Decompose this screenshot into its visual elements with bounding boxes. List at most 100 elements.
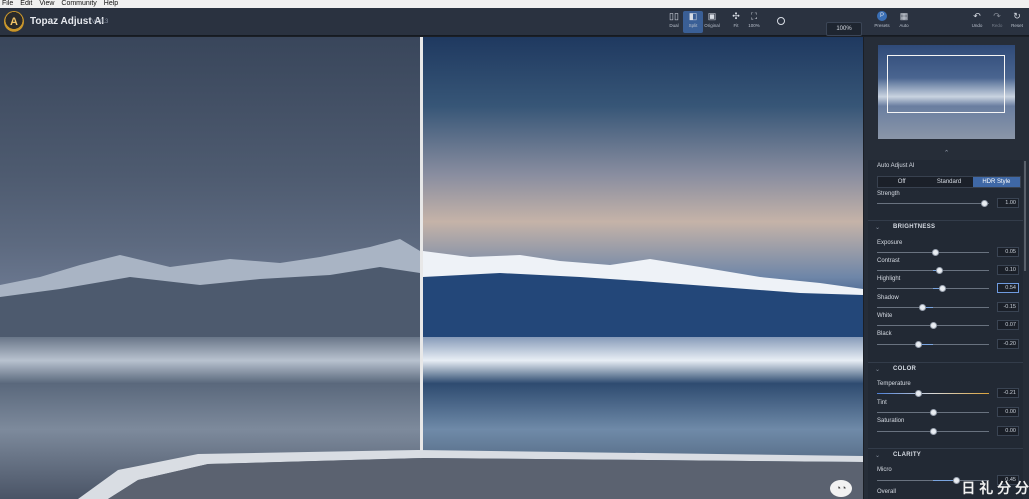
top-toolbar: A Topaz Adjust AI v1.0.3 ▯▯ Dual ◧ Split… xyxy=(0,8,1029,36)
app-version: v1.0.3 xyxy=(92,19,109,25)
menu-community[interactable]: Community xyxy=(61,0,96,8)
zoom-level[interactable]: 100% xyxy=(826,22,862,36)
mode-hdr-style[interactable]: HDR Style xyxy=(972,177,1020,187)
white-value[interactable]: 0.07 xyxy=(997,320,1019,330)
topaz-logo-icon: A xyxy=(4,11,24,32)
highlight-knob[interactable] xyxy=(939,285,946,292)
white-slider[interactable] xyxy=(877,322,989,329)
dual-view-icon: ▯▯ xyxy=(669,11,679,21)
exposure-label: Exposure xyxy=(877,240,903,246)
clarity-section-header[interactable]: ⌄ CLARITY xyxy=(868,448,1023,462)
redo-label: Redo xyxy=(991,23,1003,28)
strength-label: Strength xyxy=(877,191,900,197)
original-view-button[interactable]: ▣ Original xyxy=(702,11,722,33)
shadow-knob[interactable] xyxy=(919,304,926,311)
panel-scrollbar[interactable] xyxy=(1024,161,1026,271)
exposure-slider[interactable] xyxy=(877,249,989,256)
menu-help[interactable]: Help xyxy=(104,0,118,8)
wechat-watermark-icon: ◔◔ xyxy=(830,480,852,497)
micro-fill xyxy=(933,480,955,481)
split-divider-handle[interactable] xyxy=(420,37,423,499)
reset-button[interactable]: ↻ Reset xyxy=(1007,11,1027,33)
saturation-label: Saturation xyxy=(877,418,905,424)
mode-off[interactable]: Off xyxy=(878,177,925,187)
image-canvas[interactable] xyxy=(0,37,863,499)
contrast-value[interactable]: 0.10 xyxy=(997,265,1019,275)
menu-file[interactable]: File xyxy=(2,0,13,8)
adjust-panel: Auto Adjust AI Off Standard HDR Style St… xyxy=(868,160,1023,499)
auto-adjust-title: Auto Adjust AI xyxy=(877,163,915,169)
original-view-icon: ▣ xyxy=(707,11,717,21)
collapse-navigator-icon[interactable]: ⌃ xyxy=(864,149,1029,159)
undo-label: Undo xyxy=(971,23,983,28)
split-view-icon: ◧ xyxy=(688,11,698,21)
saturation-value[interactable]: 0.00 xyxy=(997,426,1019,436)
redo-button[interactable]: ↷ Redo xyxy=(987,11,1007,33)
white-label: White xyxy=(877,313,893,319)
contrast-slider[interactable] xyxy=(877,267,989,274)
shadow-value[interactable]: -0.15 xyxy=(997,302,1019,312)
saturation-slider[interactable] xyxy=(877,428,989,435)
undo-button[interactable]: ↶ Undo xyxy=(967,11,987,33)
black-label: Black xyxy=(877,331,892,337)
saturation-knob[interactable] xyxy=(930,428,937,435)
menu-view[interactable]: View xyxy=(39,0,54,8)
fit-button[interactable]: ✣ Fit xyxy=(726,11,746,33)
split-view-button[interactable]: ◧ Split xyxy=(683,11,703,33)
split-view-label: Split xyxy=(688,23,698,28)
loading-indicator-icon xyxy=(777,17,785,25)
temperature-label: Temperature xyxy=(877,381,911,387)
original-view-label: Original xyxy=(704,23,720,28)
redo-icon: ↷ xyxy=(993,11,1001,21)
auto-button[interactable]: ▦ Auto xyxy=(894,11,914,33)
black-knob[interactable] xyxy=(915,341,922,348)
tint-value[interactable]: 0.00 xyxy=(997,407,1019,417)
highlight-value[interactable]: 0.54 xyxy=(997,283,1019,293)
shadow-slider[interactable] xyxy=(877,304,989,311)
mode-standard[interactable]: Standard xyxy=(925,177,972,187)
menu-edit[interactable]: Edit xyxy=(20,0,32,8)
undo-icon: ↶ xyxy=(973,11,981,21)
chevron-down-icon: ⌄ xyxy=(875,225,881,231)
overall-label: Overall xyxy=(877,489,897,495)
micro-knob[interactable] xyxy=(953,477,960,484)
dual-view-button[interactable]: ▯▯ Dual xyxy=(664,11,684,33)
exposure-value[interactable]: 0.05 xyxy=(997,247,1019,257)
white-knob[interactable] xyxy=(930,322,937,329)
actual-size-button[interactable]: ⛶ 100% xyxy=(744,11,764,33)
brightness-section-header[interactable]: ⌄ BRIGHTNESS xyxy=(868,220,1023,234)
temperature-knob[interactable] xyxy=(915,390,922,397)
dual-view-label: Dual xyxy=(669,23,679,28)
contrast-label: Contrast xyxy=(877,258,900,264)
adjust-sidebar: ⌃ Auto Adjust AI Off Standard HDR Style … xyxy=(864,37,1029,499)
tint-knob[interactable] xyxy=(930,409,937,416)
navigator-preview[interactable] xyxy=(878,45,1015,139)
reset-icon: ↻ xyxy=(1013,11,1021,21)
auto-label: Auto xyxy=(899,23,909,28)
exposure-knob[interactable] xyxy=(932,249,939,256)
actual-size-icon: ⛶ xyxy=(750,11,758,21)
presets-button[interactable]: P Presets xyxy=(872,11,892,33)
navigator-viewport-frame[interactable] xyxy=(887,55,1005,113)
color-section-header[interactable]: ⌄ COLOR xyxy=(868,362,1023,376)
actual-size-label: 100% xyxy=(748,23,760,28)
micro-label: Micro xyxy=(877,467,892,473)
highlight-label: Highlight xyxy=(877,276,901,282)
tint-slider[interactable] xyxy=(877,409,989,416)
highlight-slider[interactable] xyxy=(877,285,989,292)
menu-bar: File Edit View Community Help xyxy=(0,0,1029,8)
chevron-down-icon: ⌄ xyxy=(875,453,881,459)
black-slider[interactable] xyxy=(877,341,989,348)
fit-label: Fit xyxy=(733,23,739,28)
black-value[interactable]: -0.20 xyxy=(997,339,1019,349)
temperature-value[interactable]: -0.21 xyxy=(997,388,1019,398)
fit-icon: ✣ xyxy=(732,11,740,21)
strength-slider-knob[interactable] xyxy=(981,200,988,207)
strength-slider[interactable] xyxy=(877,200,989,207)
reset-label: Reset xyxy=(1011,23,1023,28)
temperature-slider[interactable] xyxy=(877,390,989,397)
contrast-knob[interactable] xyxy=(936,267,943,274)
tint-label: Tint xyxy=(877,400,887,406)
strength-value[interactable]: 1.00 xyxy=(997,198,1019,208)
watermark-text: 日 礼 分 分 xyxy=(961,480,1029,496)
